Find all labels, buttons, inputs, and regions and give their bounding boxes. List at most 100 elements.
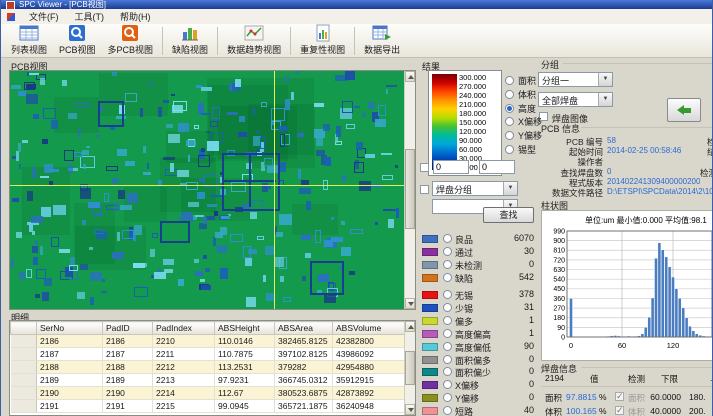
all-pads-dropdown[interactable]: 全部焊盘 [538, 92, 613, 107]
table-cell[interactable]: 42873892 [333, 387, 407, 400]
table-cell[interactable]: 382465.8125 [275, 335, 333, 348]
column-header[interactable]: ABSHeight [215, 322, 275, 335]
radio-icon[interactable] [443, 393, 452, 402]
defect-view-button[interactable]: 缺陷视图 [167, 24, 213, 57]
column-header[interactable]: ABSVolume [333, 322, 407, 335]
table-row[interactable]: 21892189221397.9231366745.031235912915 [11, 374, 407, 387]
range-from-input[interactable] [433, 160, 469, 174]
radio-icon[interactable] [443, 406, 452, 415]
status-row[interactable]: 良品6070 [420, 233, 536, 245]
list-view-button[interactable]: 列表视图 [6, 24, 52, 57]
table-cell[interactable]: 2189 [103, 374, 153, 387]
table-cell[interactable]: 35912915 [333, 374, 407, 387]
pad-info-check-checkbox[interactable] [615, 392, 624, 401]
table-row[interactable]: 219021902214112.67380523.687542873892 [11, 387, 407, 400]
radio-icon[interactable] [443, 247, 452, 256]
radio-icon[interactable] [443, 303, 452, 312]
title-bar[interactable]: SPC Viewer - [PCB视图] [1, 0, 713, 9]
table-cell[interactable]: 380523.6875 [275, 387, 333, 400]
pad-group-dropdown[interactable]: 焊盘分组 [432, 181, 518, 196]
radio-icon[interactable] [443, 260, 452, 269]
radio-icon[interactable] [443, 234, 452, 243]
table-cell[interactable]: 2188 [103, 361, 153, 374]
data-trend-view-button[interactable]: 数据趋势视图 [222, 24, 286, 57]
metric-radio-4[interactable]: X偏移 [505, 115, 542, 128]
table-cell[interactable]: 2187 [37, 348, 103, 361]
detail-table-scrollbar[interactable] [404, 321, 415, 415]
row-selector-cell[interactable] [11, 387, 37, 400]
table-cell[interactable]: 99.0945 [215, 400, 275, 413]
radio-icon[interactable] [443, 290, 452, 299]
table-row[interactable]: 218621862210110.0146382465.812542382800 [11, 335, 407, 348]
scroll-down-button[interactable] [405, 404, 415, 415]
scrollbar-thumb[interactable] [405, 351, 415, 385]
table-cell[interactable]: 2190 [37, 387, 103, 400]
radio-icon[interactable] [505, 76, 514, 85]
table-cell[interactable]: 36240948 [333, 400, 407, 413]
radio-icon[interactable] [443, 329, 452, 338]
table-cell[interactable]: 2212 [153, 361, 215, 374]
scrollbar-thumb[interactable] [405, 149, 415, 229]
table-cell[interactable]: 2186 [37, 335, 103, 348]
menu-item[interactable]: 帮助(H) [112, 11, 159, 23]
table-cell[interactable]: 2188 [37, 361, 103, 374]
menu-item[interactable]: 工具(T) [67, 11, 113, 23]
table-cell[interactable]: 112.67 [215, 387, 275, 400]
range-filter-checkbox[interactable] [420, 163, 429, 172]
table-cell[interactable]: 2210 [153, 335, 215, 348]
status-row[interactable]: X偏移0 [420, 379, 536, 391]
radio-icon[interactable] [443, 355, 452, 364]
pcb-view-button[interactable]: PCB视图 [54, 24, 101, 57]
table-cell[interactable]: 365721.1875 [275, 400, 333, 413]
table-cell[interactable]: 110.0146 [215, 335, 275, 348]
status-row[interactable]: 短路40 [420, 405, 536, 416]
table-row[interactable]: 21912191221599.0945365721.187536240948 [11, 400, 407, 413]
radio-selected-icon[interactable] [505, 104, 514, 113]
scroll-down-button[interactable] [405, 298, 415, 309]
metric-radio-5[interactable]: Y偏移 [505, 129, 542, 142]
status-row[interactable]: 少锡31 [420, 302, 536, 314]
table-cell[interactable]: 2213 [153, 374, 215, 387]
status-row[interactable]: 高度偏低90 [420, 341, 536, 353]
table-cell[interactable]: 2189 [37, 374, 103, 387]
table-cell[interactable]: 42954880 [333, 361, 407, 374]
radio-icon[interactable] [443, 273, 452, 282]
table-cell[interactable]: 2190 [103, 387, 153, 400]
pcb-view-canvas[interactable] [9, 70, 416, 310]
status-row[interactable]: 缺陷542 [420, 272, 536, 284]
back-arrow-button[interactable] [667, 98, 701, 122]
table-row[interactable]: 218821882212113.253137928242954880 [11, 361, 407, 374]
radio-icon[interactable] [443, 342, 452, 351]
pad-group-checkbox[interactable] [420, 185, 429, 194]
table-cell[interactable]: 110.7875 [215, 348, 275, 361]
table-cell[interactable]: 97.9231 [215, 374, 275, 387]
repeatability-view-button[interactable]: 重复性视图 [295, 24, 350, 57]
radio-icon[interactable] [505, 117, 514, 126]
table-cell[interactable]: 379282 [275, 361, 333, 374]
status-row[interactable]: 面积偏少0 [420, 366, 536, 378]
status-row[interactable]: 未检测0 [420, 259, 536, 271]
table-cell[interactable]: 2186 [103, 335, 153, 348]
pcb-image[interactable] [10, 71, 404, 309]
table-row[interactable]: 218721872211110.7875397102.812543986092 [11, 348, 407, 361]
table-cell[interactable]: 113.2531 [215, 361, 275, 374]
row-selector-cell[interactable] [11, 348, 37, 361]
row-selector-cell[interactable] [11, 374, 37, 387]
metric-radio-1[interactable]: 面积 [505, 74, 536, 87]
pad-info-check-checkbox[interactable] [615, 406, 624, 415]
metric-radio-2[interactable]: 体积 [505, 88, 536, 101]
table-cell[interactable]: 42382800 [333, 335, 407, 348]
column-header[interactable]: PadIndex [153, 322, 215, 335]
search-button[interactable]: 查找 [483, 207, 534, 223]
radio-icon[interactable] [505, 145, 514, 154]
status-row[interactable]: Y偏移0 [420, 392, 536, 404]
table-cell[interactable]: 2215 [153, 400, 215, 413]
table-cell[interactable]: 43986092 [333, 348, 407, 361]
radio-icon[interactable] [443, 316, 452, 325]
table-cell[interactable]: 2191 [103, 400, 153, 413]
scroll-up-button[interactable] [405, 321, 415, 332]
row-selector-cell[interactable] [11, 361, 37, 374]
radio-icon[interactable] [443, 367, 452, 376]
metric-radio-6[interactable]: 锡型 [505, 143, 536, 156]
table-cell[interactable]: 366745.0312 [275, 374, 333, 387]
